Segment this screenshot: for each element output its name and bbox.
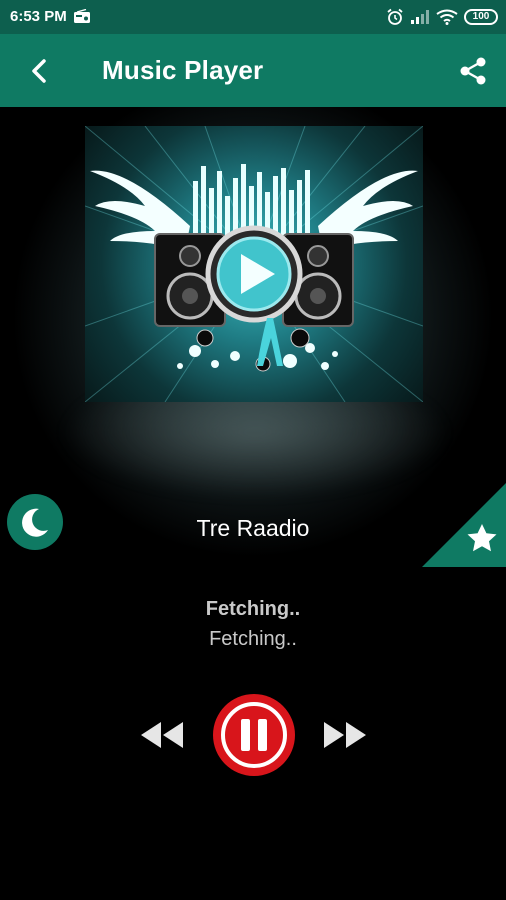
album-art bbox=[85, 126, 423, 402]
rewind-icon bbox=[141, 722, 183, 748]
signal-icon bbox=[411, 10, 429, 24]
status-time: 6:53 PM bbox=[10, 8, 67, 25]
status-bar: 6:53 PM 100 bbox=[0, 0, 506, 34]
back-arrow-icon[interactable] bbox=[22, 54, 56, 88]
moon-icon bbox=[22, 508, 48, 537]
track-artist: Fetching.. bbox=[209, 628, 297, 650]
alarm-icon bbox=[387, 8, 403, 25]
battery-indicator: 100 bbox=[464, 9, 498, 25]
radio-icon bbox=[74, 9, 90, 23]
fast-forward-button[interactable] bbox=[320, 718, 368, 752]
share-icon[interactable] bbox=[458, 56, 488, 86]
rewind-button[interactable] bbox=[139, 718, 187, 752]
pause-button[interactable] bbox=[211, 692, 297, 778]
favorite-button[interactable] bbox=[422, 483, 506, 567]
now-playing-hero: Tre Raadio bbox=[0, 107, 506, 567]
music-player-screen: 6:53 PM 100 Music Player Tre Raadio Fetc… bbox=[0, 0, 506, 900]
album-art-graphic bbox=[85, 126, 423, 402]
app-bar: Music Player bbox=[0, 34, 506, 107]
track-title: Fetching.. bbox=[205, 598, 301, 620]
status-icons: 100 bbox=[386, 7, 498, 27]
sleep-timer-button[interactable] bbox=[7, 494, 63, 550]
page-title: Music Player bbox=[102, 55, 264, 85]
fast-forward-icon bbox=[324, 722, 366, 748]
wifi-icon bbox=[436, 9, 458, 25]
